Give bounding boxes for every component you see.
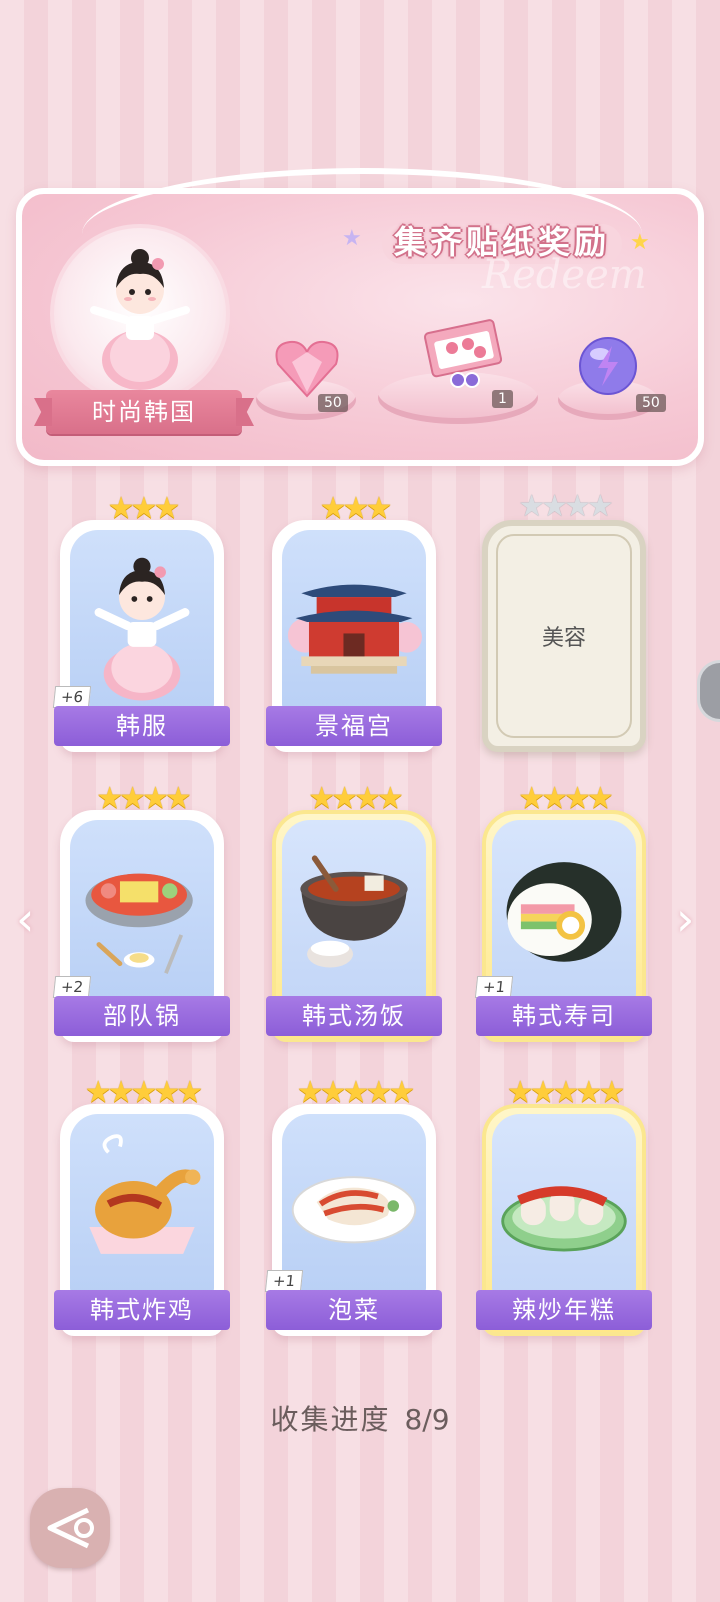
card-label: 韩式炸鸡 (54, 1290, 230, 1330)
reward-title: 集齐贴纸奖励 (393, 223, 610, 261)
sticker-card-hanbok[interactable]: ★★★ +6 韩服 (52, 494, 230, 752)
side-drawer-tab[interactable] (697, 660, 720, 722)
theme-portrait (50, 224, 230, 404)
card-label: 辣炒年糕 (476, 1290, 652, 1330)
card-label: 泡菜 (266, 1290, 442, 1330)
kimchi-icon (291, 1176, 417, 1244)
card-art (492, 1114, 636, 1296)
gold-star-icon: ★ (630, 230, 650, 255)
reward-count: 50 (636, 394, 666, 412)
star-rating: ★★★ (319, 491, 393, 526)
sticker-card-beauty-locked[interactable]: ★★★★ 美容 (482, 492, 646, 752)
card-art (70, 530, 214, 712)
hanbok-girl-portrait-icon (90, 249, 190, 390)
prev-page-arrow[interactable]: ‹ (16, 894, 46, 944)
progress-label: 收集进度 (270, 1403, 391, 1436)
next-page-arrow[interactable]: › (676, 894, 706, 944)
star-rating: ★★★★★ (84, 1075, 204, 1110)
army-stew-icon (85, 873, 193, 974)
gift-box-bundle-icon[interactable] (414, 306, 514, 392)
card-art (282, 820, 426, 1002)
bonus-badge: +6 (52, 686, 92, 708)
hanbok-girl-icon (94, 557, 190, 701)
star-rating: ★★★★ (518, 489, 614, 524)
back-button[interactable] (30, 1488, 110, 1568)
locked-card-label: 美容 (496, 534, 632, 738)
star-rating: ★★★★ (518, 781, 614, 816)
star-rating: ★★★★★ (296, 1075, 416, 1110)
star-rating: ★★★★ (96, 781, 192, 816)
progress-value: 8/9 (404, 1403, 450, 1436)
card-label: 部队锅 (54, 996, 230, 1036)
card-label: 韩式寿司 (476, 996, 652, 1036)
sticker-card-soup-rice[interactable]: ★★★★ 韩式汤饭 (266, 784, 442, 1042)
card-label: 景福宫 (266, 706, 442, 746)
sticker-card-tteokbokki[interactable]: ★★★★★ 辣炒年糕 (476, 1078, 652, 1336)
kimbap-icon (506, 862, 622, 962)
card-art (282, 1114, 426, 1296)
bonus-badge: +2 (52, 976, 92, 998)
sticker-card-kimchi[interactable]: ★★★★★ +1 泡菜 (264, 1078, 442, 1336)
sticker-card-army-stew[interactable]: ★★★★ +2 部队锅 (52, 784, 230, 1042)
card-art (70, 820, 214, 1002)
bonus-badge: +1 (474, 976, 514, 998)
back-arrow-icon (47, 1507, 94, 1549)
reward-count: 1 (492, 390, 513, 408)
gyeongbokgung-palace-icon (287, 584, 423, 674)
theme-name-ribbon: 时尚韩国 (46, 390, 242, 434)
soup-rice-icon (300, 855, 408, 968)
card-art (492, 820, 636, 1002)
collection-progress: 收集进度 8/9 (0, 1398, 720, 1438)
card-art (282, 530, 426, 712)
pink-heart-gem-icon[interactable] (272, 336, 342, 400)
purple-lightning-orb-icon[interactable] (576, 334, 640, 398)
fried-chicken-icon (89, 1134, 201, 1254)
card-label: 韩式汤饭 (266, 996, 442, 1036)
star-rating: ★★★ (107, 491, 181, 526)
purple-star-icon: ★ (342, 226, 362, 251)
bonus-badge: +1 (264, 1270, 304, 1292)
reward-count: 50 (318, 394, 348, 412)
sticker-card-fried-chicken[interactable]: ★★★★★ 韩式炸鸡 (54, 1078, 230, 1336)
tteokbokki-icon (501, 1186, 627, 1252)
sticker-card-kimbap[interactable]: ★★★★ +1 韩式寿司 (474, 784, 652, 1042)
star-rating: ★★★★★ (506, 1075, 626, 1110)
card-label: 韩服 (54, 706, 230, 746)
reward-banner: 时尚韩国 Redeem 集齐贴纸奖励 ★ ★ 50 1 50 (16, 168, 704, 466)
card-art (70, 1114, 214, 1296)
star-rating: ★★★★ (308, 781, 404, 816)
sticker-card-gyeongbokgung[interactable]: ★★★ 景福宫 (266, 494, 442, 752)
